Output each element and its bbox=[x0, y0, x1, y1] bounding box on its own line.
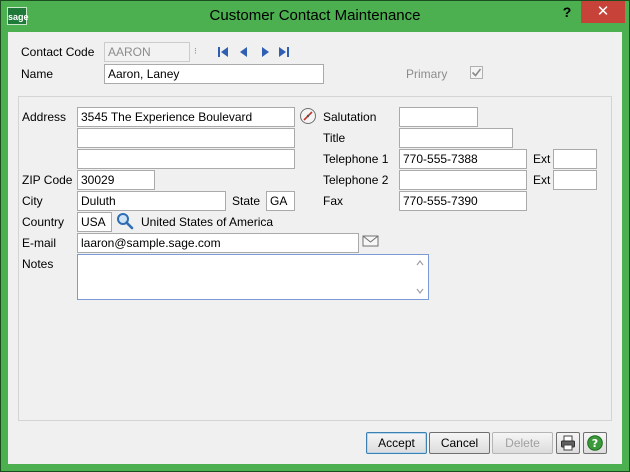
help-button[interactable]: ? bbox=[583, 432, 607, 454]
notes-label: Notes bbox=[22, 257, 54, 271]
address-label: Address bbox=[22, 110, 67, 124]
delete-button-label: Delete bbox=[505, 436, 540, 450]
window-title: Customer Contact Maintenance bbox=[209, 7, 421, 24]
notes-scrollbar[interactable] bbox=[412, 255, 428, 299]
email-field[interactable]: laaron@sample.sage.com bbox=[77, 233, 359, 253]
contact-details-panel: Address 3545 The Experience Boulevard ZI… bbox=[18, 96, 612, 421]
contact-code-label: Contact Code bbox=[21, 45, 95, 59]
client-area: Contact Code AARON ⁝ Name Aaron, Laney P… bbox=[8, 32, 622, 464]
checkmark-icon bbox=[471, 68, 482, 77]
cancel-button[interactable]: Cancel bbox=[429, 432, 490, 454]
notes-text bbox=[78, 257, 84, 271]
fax-label: Fax bbox=[323, 194, 344, 208]
title-field[interactable] bbox=[399, 128, 513, 148]
compass-icon[interactable] bbox=[299, 107, 317, 125]
magnifier-lookup-icon[interactable] bbox=[116, 212, 134, 230]
close-button[interactable]: ✕ bbox=[581, 1, 625, 23]
fax-field[interactable]: 770-555-7390 bbox=[399, 191, 527, 211]
telephone2-field[interactable] bbox=[399, 170, 527, 190]
accept-button-label: Accept bbox=[378, 436, 415, 450]
ext2-field[interactable] bbox=[553, 170, 597, 190]
ext2-label: Ext bbox=[533, 173, 551, 187]
previous-record-icon[interactable] bbox=[237, 45, 251, 59]
state-field[interactable]: GA bbox=[266, 191, 295, 211]
salutation-label: Salutation bbox=[323, 110, 377, 124]
address-line3-field[interactable] bbox=[77, 149, 295, 169]
next-record-icon[interactable] bbox=[258, 45, 272, 59]
city-field[interactable]: Duluth bbox=[77, 191, 226, 211]
salutation-field[interactable] bbox=[399, 107, 478, 127]
notes-textarea[interactable] bbox=[77, 254, 429, 300]
cancel-button-label: Cancel bbox=[440, 436, 479, 450]
address-line1-field[interactable]: 3545 The Experience Boulevard bbox=[77, 107, 295, 127]
contact-code-field[interactable]: AARON bbox=[104, 42, 190, 62]
title-bar[interactable]: sage Customer Contact Maintenance ? ✕ bbox=[1, 1, 629, 31]
name-field[interactable]: Aaron, Laney bbox=[104, 64, 324, 84]
help-title-button[interactable]: ? bbox=[553, 1, 581, 25]
email-label: E-mail bbox=[22, 236, 57, 250]
primary-label: Primary bbox=[406, 67, 448, 81]
last-record-icon[interactable] bbox=[277, 45, 291, 59]
delete-button[interactable]: Delete bbox=[492, 432, 553, 454]
lookup-dots-icon[interactable]: ⁝ bbox=[194, 46, 197, 57]
primary-checkbox[interactable] bbox=[470, 66, 483, 79]
zip-code-field[interactable]: 30029 bbox=[77, 170, 155, 190]
accept-button[interactable]: Accept bbox=[366, 432, 427, 454]
country-label: Country bbox=[22, 215, 65, 229]
name-label: Name bbox=[21, 67, 54, 81]
help-question-icon: ? bbox=[587, 435, 603, 451]
country-name-text: United States of America bbox=[141, 215, 274, 229]
ext1-field[interactable] bbox=[553, 149, 597, 169]
ext1-label: Ext bbox=[533, 152, 551, 166]
svg-text:?: ? bbox=[592, 437, 598, 450]
main-window: sage Customer Contact Maintenance ? ✕ Co… bbox=[0, 0, 630, 472]
country-field[interactable]: USA bbox=[77, 212, 112, 232]
address-line2-field[interactable] bbox=[77, 128, 295, 148]
telephone2-label: Telephone 2 bbox=[323, 173, 389, 187]
printer-icon bbox=[561, 435, 575, 451]
state-label: State bbox=[232, 194, 261, 208]
envelope-icon[interactable] bbox=[362, 234, 379, 248]
print-button[interactable] bbox=[556, 432, 580, 454]
scroll-arrows-icon bbox=[416, 260, 424, 294]
city-label: City bbox=[22, 194, 43, 208]
first-record-icon[interactable] bbox=[216, 45, 230, 59]
telephone1-label: Telephone 1 bbox=[323, 152, 389, 166]
zip-code-label: ZIP Code bbox=[22, 173, 73, 187]
title-label: Title bbox=[323, 131, 346, 145]
telephone1-field[interactable]: 770-555-7388 bbox=[399, 149, 527, 169]
